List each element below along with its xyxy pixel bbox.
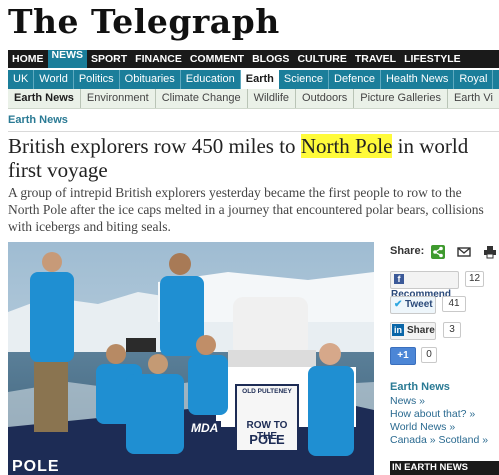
link-how-about-that[interactable]: How about that? »: [390, 408, 488, 421]
subnav-item-world[interactable]: World: [34, 70, 74, 89]
print-glyph: [484, 246, 496, 259]
share-icon[interactable]: [431, 245, 445, 259]
section-item-picture-galleries[interactable]: Picture Galleries: [354, 89, 448, 108]
share-row: Share:: [390, 242, 499, 262]
photo-illustration: [8, 242, 374, 475]
tertiary-nav: Earth News Environment Climate Change Wildl…: [8, 89, 499, 109]
email-icon[interactable]: [457, 245, 471, 259]
article-standfirst: A group of intrepid British explorers ye…: [8, 185, 484, 234]
subnav-item-science[interactable]: Science: [279, 70, 329, 89]
subnav-item-politics[interactable]: Politics: [74, 70, 120, 89]
email-glyph: [457, 247, 471, 257]
twitter-icon: ✔: [394, 299, 403, 310]
subnav-item-education[interactable]: Education: [181, 70, 241, 89]
telegraph-logo[interactable]: The Telegraph: [8, 2, 280, 41]
linkedin-share-button[interactable]: in Share: [390, 322, 436, 340]
linkedin-icon: in: [392, 324, 404, 336]
tweet-label: Tweet: [405, 299, 433, 310]
subnav-item-obituaries[interactable]: Obituaries: [120, 70, 181, 89]
subnav-item-earth[interactable]: Earth: [240, 70, 279, 89]
in-earth-news-bar: IN EARTH NEWS: [390, 461, 499, 475]
headline-text-start: British explorers row 450 miles to: [8, 134, 301, 158]
share-label: Share:: [390, 245, 425, 257]
sidebar: Share: fRecommend 12 ✔ Tweet 41 in Share 3…: [390, 242, 499, 475]
link-canada-scotland[interactable]: Canada » Scotland »: [390, 434, 488, 447]
earth-news-heading[interactable]: Earth News: [390, 381, 450, 393]
facebook-icon: f: [394, 274, 404, 284]
divider: [8, 131, 499, 132]
nav-item-home[interactable]: HOME: [8, 50, 48, 68]
boat-name-sign: OLD PULTENEY: [242, 388, 292, 395]
headline-highlight: North Pole: [300, 134, 393, 158]
facebook-count: 12: [465, 271, 484, 287]
breadcrumb[interactable]: Earth News: [8, 114, 68, 126]
nav-item-travel[interactable]: TRAVEL: [351, 50, 400, 68]
section-item-outdoors[interactable]: Outdoors: [296, 89, 355, 108]
section-item-environment[interactable]: Environment: [81, 89, 156, 108]
primary-nav: HOME NEWS SPORT FINANCE COMMENT BLOGS CULTURE T…: [8, 50, 499, 68]
subnav-item-uk[interactable]: UK: [8, 70, 35, 89]
google-plus-count: 0: [421, 347, 437, 363]
hull-text: POLE: [12, 458, 60, 475]
nav-item-finance[interactable]: FINANCE: [131, 50, 186, 68]
section-item-wildlife[interactable]: Wildlife: [248, 89, 297, 108]
facebook-recommend-button[interactable]: fRecommend: [390, 271, 459, 300]
subnav-item-health-news[interactable]: Health News: [381, 70, 455, 89]
nav-item-sport[interactable]: SPORT: [87, 50, 131, 68]
google-plus-one-label: +1: [397, 350, 409, 361]
link-world-news[interactable]: World News »: [390, 421, 488, 434]
article-headline: British explorers row 450 miles to North…: [8, 134, 494, 182]
masthead: The Telegraph: [0, 0, 499, 48]
nav-item-blogs[interactable]: BLOGS: [248, 50, 293, 68]
linkedin-share-label: Share: [407, 325, 435, 336]
boat-banner-line2: POLE: [249, 432, 285, 447]
twitter-count: 41: [442, 296, 466, 312]
nav-item-comment[interactable]: COMMENT: [186, 50, 248, 68]
nav-item-news[interactable]: NEWS: [47, 50, 87, 68]
section-item-earth-video[interactable]: Earth Vi: [448, 89, 499, 108]
section-item-earth-news[interactable]: Earth News: [8, 89, 81, 108]
link-news[interactable]: News »: [390, 395, 488, 408]
tweet-button[interactable]: ✔ Tweet: [390, 296, 436, 314]
section-item-climate-change[interactable]: Climate Change: [156, 89, 248, 108]
article-photo[interactable]: OLD PULTENEY ROW TO THE POLE MDA POLE: [8, 242, 374, 475]
google-plus-one-button[interactable]: +1: [390, 347, 416, 365]
nav-item-lifestyle[interactable]: LIFESTYLE: [400, 50, 465, 68]
earth-news-links: News » How about that? » World News » Ca…: [390, 395, 488, 447]
boat-dome: [233, 297, 308, 357]
share-glyph: [433, 246, 443, 258]
print-icon[interactable]: [483, 245, 497, 259]
sponsor-logo: MDA: [188, 421, 222, 435]
linkedin-count: 3: [443, 322, 461, 338]
secondary-nav: UK World Politics Obituaries Education Earth S…: [8, 70, 499, 89]
subnav-item-royal[interactable]: Royal: [454, 70, 494, 89]
subnav-item-defence[interactable]: Defence: [329, 70, 381, 89]
nav-item-culture[interactable]: CULTURE: [293, 50, 350, 68]
